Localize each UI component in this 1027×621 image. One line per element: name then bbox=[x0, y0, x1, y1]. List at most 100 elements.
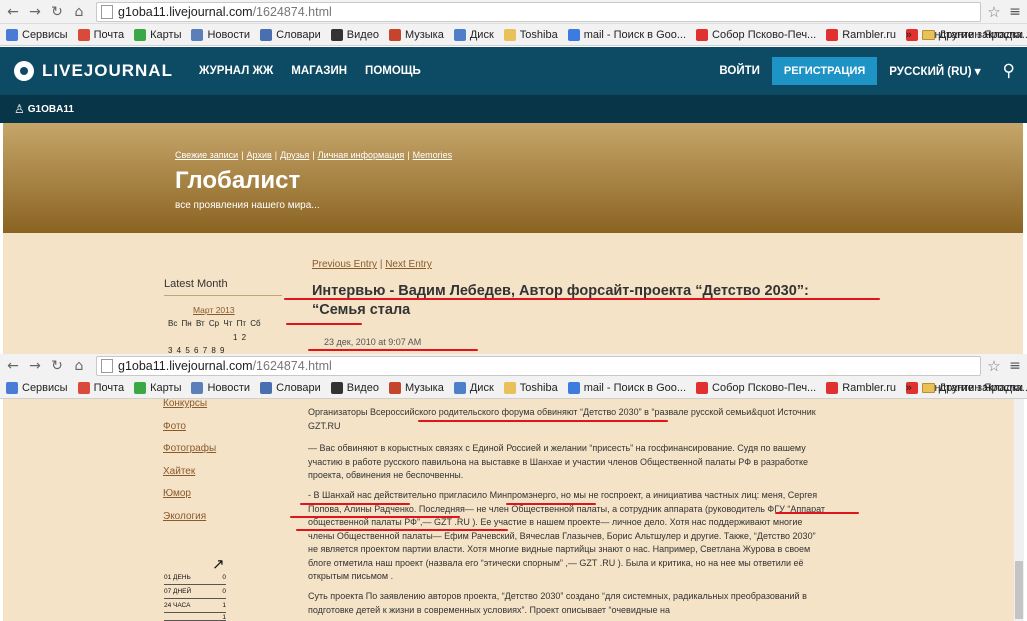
calendar-month-link[interactable]: Март 2013 bbox=[193, 305, 235, 315]
home-icon[interactable]: ⌂ bbox=[70, 3, 88, 21]
bookmark-item[interactable]: Toshiba bbox=[503, 381, 558, 394]
annotation-underline bbox=[286, 323, 362, 325]
bookmark-favicon-icon bbox=[453, 28, 466, 41]
bookmark-label: Toshiba bbox=[519, 381, 558, 394]
link-recent[interactable]: Свежие записи bbox=[175, 150, 238, 160]
other-bookmarks[interactable]: » Другие закладки bbox=[906, 382, 1023, 394]
bookmark-favicon-icon bbox=[388, 28, 401, 41]
sidebar-link-humor[interactable]: Юмор bbox=[163, 488, 191, 499]
bookmark-item[interactable]: Музыка bbox=[388, 28, 444, 41]
bookmark-item[interactable]: Видео bbox=[330, 381, 379, 394]
link-memories[interactable]: Memories bbox=[413, 150, 453, 160]
reload-icon[interactable]: ↻ bbox=[48, 357, 66, 375]
bookmark-favicon-icon bbox=[77, 28, 90, 41]
bookmark-item[interactable]: Rambler.ru bbox=[826, 28, 896, 41]
bookmark-item[interactable]: Карты bbox=[134, 28, 181, 41]
bookmark-item[interactable]: mail - Поиск в Goo... bbox=[567, 381, 686, 394]
sidebar-link-photo[interactable]: Фото bbox=[163, 421, 186, 432]
bookmark-item[interactable]: Диск bbox=[453, 28, 494, 41]
bookmark-item[interactable]: Словари bbox=[260, 381, 321, 394]
scrollbar-thumb[interactable] bbox=[1015, 561, 1023, 619]
scrollbar[interactable] bbox=[1014, 399, 1024, 621]
entry-title: Интервью - Вадим Лебедев, Автор форсайт-… bbox=[312, 283, 809, 318]
link-archive[interactable]: Архив bbox=[247, 150, 272, 160]
counter-value: 0 bbox=[222, 588, 226, 595]
entry-nav: Previous Entry | Next Entry bbox=[312, 259, 432, 270]
sidebar-link-contests[interactable]: Конкурсы bbox=[163, 398, 207, 409]
chevron-down-icon: ▾ bbox=[974, 66, 981, 78]
prev-entry-link[interactable]: Previous Entry bbox=[312, 259, 377, 270]
forward-arrow-icon[interactable]: → bbox=[26, 357, 44, 375]
nav-help[interactable]: ПОМОЩЬ bbox=[365, 65, 421, 77]
bookmark-item[interactable]: Карты bbox=[134, 381, 181, 394]
bookmark-item[interactable]: Новости bbox=[191, 28, 251, 41]
next-entry-link[interactable]: Next Entry bbox=[385, 259, 432, 270]
language-select[interactable]: РУССКИЙ (RU) ▾ bbox=[889, 64, 980, 78]
annotation-underline bbox=[775, 512, 859, 514]
blog-subtitle: все проявления нашего мира... bbox=[175, 200, 320, 211]
bookmark-item[interactable]: Собор Псково-Печ... bbox=[696, 381, 816, 394]
blog-links: Свежие записи | Архив | Друзья | Личная информ… bbox=[175, 150, 452, 160]
bookmark-item[interactable]: Диск bbox=[453, 381, 494, 394]
bookmark-star-icon[interactable]: ☆ bbox=[985, 357, 1003, 375]
menu-icon[interactable]: ≡ bbox=[1007, 358, 1023, 374]
bookmark-favicon-icon bbox=[567, 28, 580, 41]
bookmark-item[interactable]: Почта bbox=[77, 28, 124, 41]
lj-logo-text: LIVEJOURNAL bbox=[42, 61, 173, 80]
bookmark-item[interactable]: Музыка bbox=[388, 381, 444, 394]
counter-label: 01 ДЕНЬ bbox=[164, 574, 191, 581]
sidebar-link-hitech[interactable]: Хайтек bbox=[163, 466, 195, 477]
bookmark-item[interactable]: Новости bbox=[191, 381, 251, 394]
bookmark-favicon-icon bbox=[191, 381, 204, 394]
bookmark-label: Новости bbox=[207, 28, 251, 41]
bookmark-item[interactable]: Rambler.ru bbox=[826, 381, 896, 394]
arrow-up-right-icon: ↗ bbox=[212, 555, 225, 573]
login-button[interactable]: ВОЙТИ bbox=[719, 65, 760, 77]
bookmark-label: Словари bbox=[276, 28, 321, 41]
bookmark-label: Собор Псково-Печ... bbox=[712, 28, 817, 41]
back-arrow-icon[interactable]: ← bbox=[4, 3, 22, 21]
bookmark-item[interactable]: Видео bbox=[330, 28, 379, 41]
url-field[interactable]: g1oba11.livejournal.com/1624874.html bbox=[96, 355, 981, 376]
link-userinfo[interactable]: Личная информация bbox=[318, 150, 405, 160]
home-icon[interactable]: ⌂ bbox=[70, 357, 88, 375]
bookmark-star-icon[interactable]: ☆ bbox=[985, 3, 1003, 21]
menu-icon[interactable]: ≡ bbox=[1007, 4, 1023, 20]
more-bookmarks-button[interactable]: » bbox=[906, 382, 912, 394]
bookmark-item[interactable]: Сервисы bbox=[6, 381, 68, 394]
lj-logo[interactable]: LIVEJOURNAL bbox=[14, 61, 173, 81]
article-paragraph-2: — Вас обвиняют в корыстных связях с Един… bbox=[308, 443, 808, 480]
bookmark-item[interactable]: Toshiba bbox=[503, 28, 558, 41]
bookmark-item[interactable]: Собор Псково-Печ... bbox=[696, 28, 817, 41]
lj-header-right: ВОЙТИ РЕГИСТРАЦИЯ РУССКИЙ (RU) ▾ ⚲ bbox=[719, 47, 1027, 95]
more-bookmarks-button[interactable]: » bbox=[906, 29, 912, 41]
bookmark-favicon-icon bbox=[696, 381, 709, 394]
bookmark-item[interactable]: Сервисы bbox=[6, 28, 68, 41]
other-bookmarks[interactable]: » Другие закладки bbox=[906, 29, 1023, 41]
search-icon[interactable]: ⚲ bbox=[1003, 61, 1015, 81]
counter-label: 24 ЧАСА bbox=[164, 602, 191, 609]
separator: | bbox=[407, 150, 410, 160]
nav-journal[interactable]: ЖУРНАЛ ЖЖ bbox=[199, 65, 273, 77]
back-arrow-icon[interactable]: ← bbox=[4, 357, 22, 375]
register-button[interactable]: РЕГИСТРАЦИЯ bbox=[771, 57, 878, 85]
nav-shop[interactable]: МАГАЗИН bbox=[291, 65, 347, 77]
username[interactable]: G1OBA11 bbox=[28, 104, 74, 115]
separator: | bbox=[241, 150, 244, 160]
other-bookmarks-label: Другие закладки bbox=[938, 28, 1023, 41]
counter-row: 07 ДНЕЙ 0 bbox=[164, 588, 226, 599]
bookmark-item[interactable]: mail - Поиск в Goo... bbox=[567, 28, 686, 41]
annotation-underline bbox=[284, 298, 880, 300]
reload-icon[interactable]: ↻ bbox=[48, 3, 66, 21]
bookmark-label: Новости bbox=[207, 381, 251, 394]
bookmark-favicon-icon bbox=[503, 28, 516, 41]
sidebar-link-ecology[interactable]: Экология bbox=[163, 511, 206, 522]
link-friends[interactable]: Друзья bbox=[280, 150, 309, 160]
url-field[interactable]: g1oba11.livejournal.com/1624874.html bbox=[96, 1, 981, 22]
bookmark-item[interactable]: Словари bbox=[260, 28, 321, 41]
bookmark-item[interactable]: Почта bbox=[77, 381, 124, 394]
user-icon: ♙ bbox=[14, 102, 25, 116]
forward-arrow-icon[interactable]: → bbox=[26, 3, 44, 21]
sidebar-link-photographers[interactable]: Фотографы bbox=[163, 443, 216, 454]
annotation-underline bbox=[296, 529, 508, 531]
